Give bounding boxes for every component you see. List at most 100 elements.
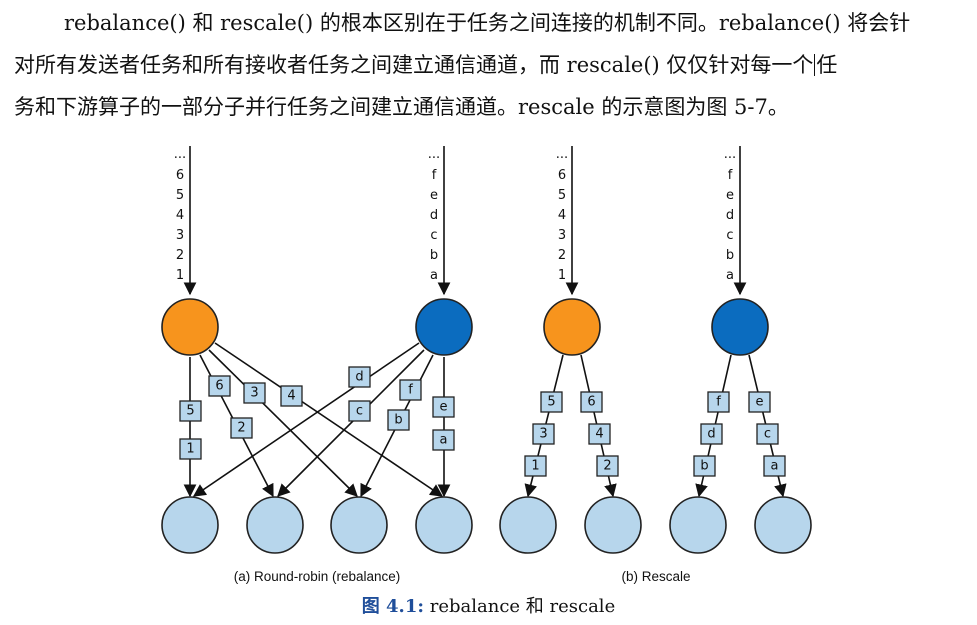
svg-text:f: f — [408, 383, 413, 398]
stream-item: 1 — [176, 268, 184, 283]
target-node — [584, 496, 642, 554]
svg-text:b: b — [394, 413, 402, 428]
record-tag: 6 — [208, 375, 231, 397]
stream-item: c — [430, 228, 437, 243]
figure-caption-label: 图 4.1: — [361, 596, 424, 617]
record-tag: c — [756, 423, 779, 445]
svg-text:a: a — [440, 433, 448, 448]
figure-caption-text: rebalance 和 rescale — [429, 596, 616, 617]
target-node — [330, 496, 388, 554]
target-node — [246, 496, 304, 554]
subcaption-a: (a) Round-robin (rebalance) — [234, 569, 401, 584]
stream-item: f — [432, 168, 437, 183]
record-tag: b — [387, 409, 410, 431]
svg-text:6: 6 — [215, 379, 223, 394]
svg-text:2: 2 — [603, 459, 611, 474]
target-node — [161, 496, 219, 554]
edge — [192, 342, 420, 497]
record-tag: d — [348, 366, 371, 388]
stream-item: 4 — [558, 208, 566, 223]
stream-item: 2 — [176, 248, 184, 263]
target-nodes — [161, 496, 812, 554]
target-node — [669, 496, 727, 554]
record-tag: 1 — [524, 455, 547, 477]
record-tag: 4 — [588, 423, 611, 445]
stream-item: e — [726, 188, 734, 203]
stream-item: 3 — [558, 228, 566, 243]
input-arrows — [183, 146, 747, 296]
rescale-edges — [524, 354, 787, 498]
svg-text:1: 1 — [186, 442, 194, 457]
record-tag: 3 — [532, 423, 555, 445]
stream-item: 6 — [558, 168, 566, 183]
stream-a-letters: ... f e d c b a — [428, 147, 440, 283]
source-node-blue-b — [711, 298, 769, 356]
svg-text:3: 3 — [250, 386, 258, 401]
record-tag: 6 — [580, 391, 603, 413]
stream-item: 5 — [558, 188, 566, 203]
record-tag: d — [700, 423, 723, 445]
stream-b-numbers: ... 6 5 4 3 2 1 — [556, 147, 568, 283]
stream-item: d — [726, 208, 734, 223]
target-node — [415, 496, 473, 554]
svg-text:6: 6 — [587, 395, 595, 410]
partition-diagram: ... 6 5 4 3 2 1 ... f e d c b a ... 6 5 … — [161, 146, 812, 584]
svg-text:d: d — [355, 370, 363, 385]
stream-a-numbers: ... 6 5 4 3 2 1 — [174, 147, 186, 283]
stream-item: a — [726, 268, 734, 283]
stream-item: e — [430, 188, 438, 203]
stream-item: ... — [174, 147, 186, 162]
svg-text:e: e — [756, 395, 764, 410]
svg-text:a: a — [771, 459, 779, 474]
stream-item: 5 — [176, 188, 184, 203]
source-node-orange-a — [161, 298, 219, 356]
stream-item: 1 — [558, 268, 566, 283]
record-tag: 5 — [179, 400, 202, 422]
rescale-record-tags: 5 3 1 6 4 2 f d b e c a — [524, 391, 786, 477]
stream-item: 6 — [176, 168, 184, 183]
stream-item: ... — [428, 147, 440, 162]
source-node-orange-b — [543, 298, 601, 356]
stream-item: 3 — [176, 228, 184, 243]
record-tag: 4 — [280, 385, 303, 407]
record-tag: 2 — [596, 455, 619, 477]
svg-text:c: c — [764, 427, 771, 442]
record-tag: f — [399, 379, 422, 401]
stream-item: a — [430, 268, 438, 283]
svg-text:1: 1 — [531, 459, 539, 474]
svg-text:e: e — [440, 400, 448, 415]
target-node — [499, 496, 557, 554]
stream-item: ... — [724, 147, 736, 162]
record-tag: f — [707, 391, 730, 413]
stream-item: 2 — [558, 248, 566, 263]
subcaption-b: (b) Rescale — [621, 569, 690, 584]
stream-item: f — [728, 168, 733, 183]
stream-item: ... — [556, 147, 568, 162]
stream-item: 4 — [176, 208, 184, 223]
svg-text:d: d — [707, 427, 715, 442]
record-tag: b — [693, 455, 716, 477]
target-node — [754, 496, 812, 554]
record-tag: a — [432, 429, 455, 451]
figure-caption: 图 4.1: rebalance 和 rescale — [0, 592, 977, 618]
svg-text:5: 5 — [186, 404, 194, 419]
stream-item: d — [430, 208, 438, 223]
record-tag: e — [432, 396, 455, 418]
record-tag: a — [763, 455, 786, 477]
stream-b-letters: ... f e d c b a — [724, 147, 736, 283]
record-tag: 5 — [540, 391, 563, 413]
svg-text:5: 5 — [547, 395, 555, 410]
svg-text:c: c — [356, 404, 363, 419]
svg-text:3: 3 — [539, 427, 547, 442]
stream-item: c — [726, 228, 733, 243]
source-node-blue-a — [415, 298, 473, 356]
stream-item: b — [430, 248, 438, 263]
svg-text:b: b — [700, 459, 708, 474]
record-tag: e — [748, 391, 771, 413]
record-tag: 2 — [230, 417, 253, 439]
record-tag: 3 — [243, 382, 266, 404]
svg-text:f: f — [716, 395, 721, 410]
record-tag: c — [348, 400, 371, 422]
svg-text:4: 4 — [595, 427, 603, 442]
stream-item: b — [726, 248, 734, 263]
